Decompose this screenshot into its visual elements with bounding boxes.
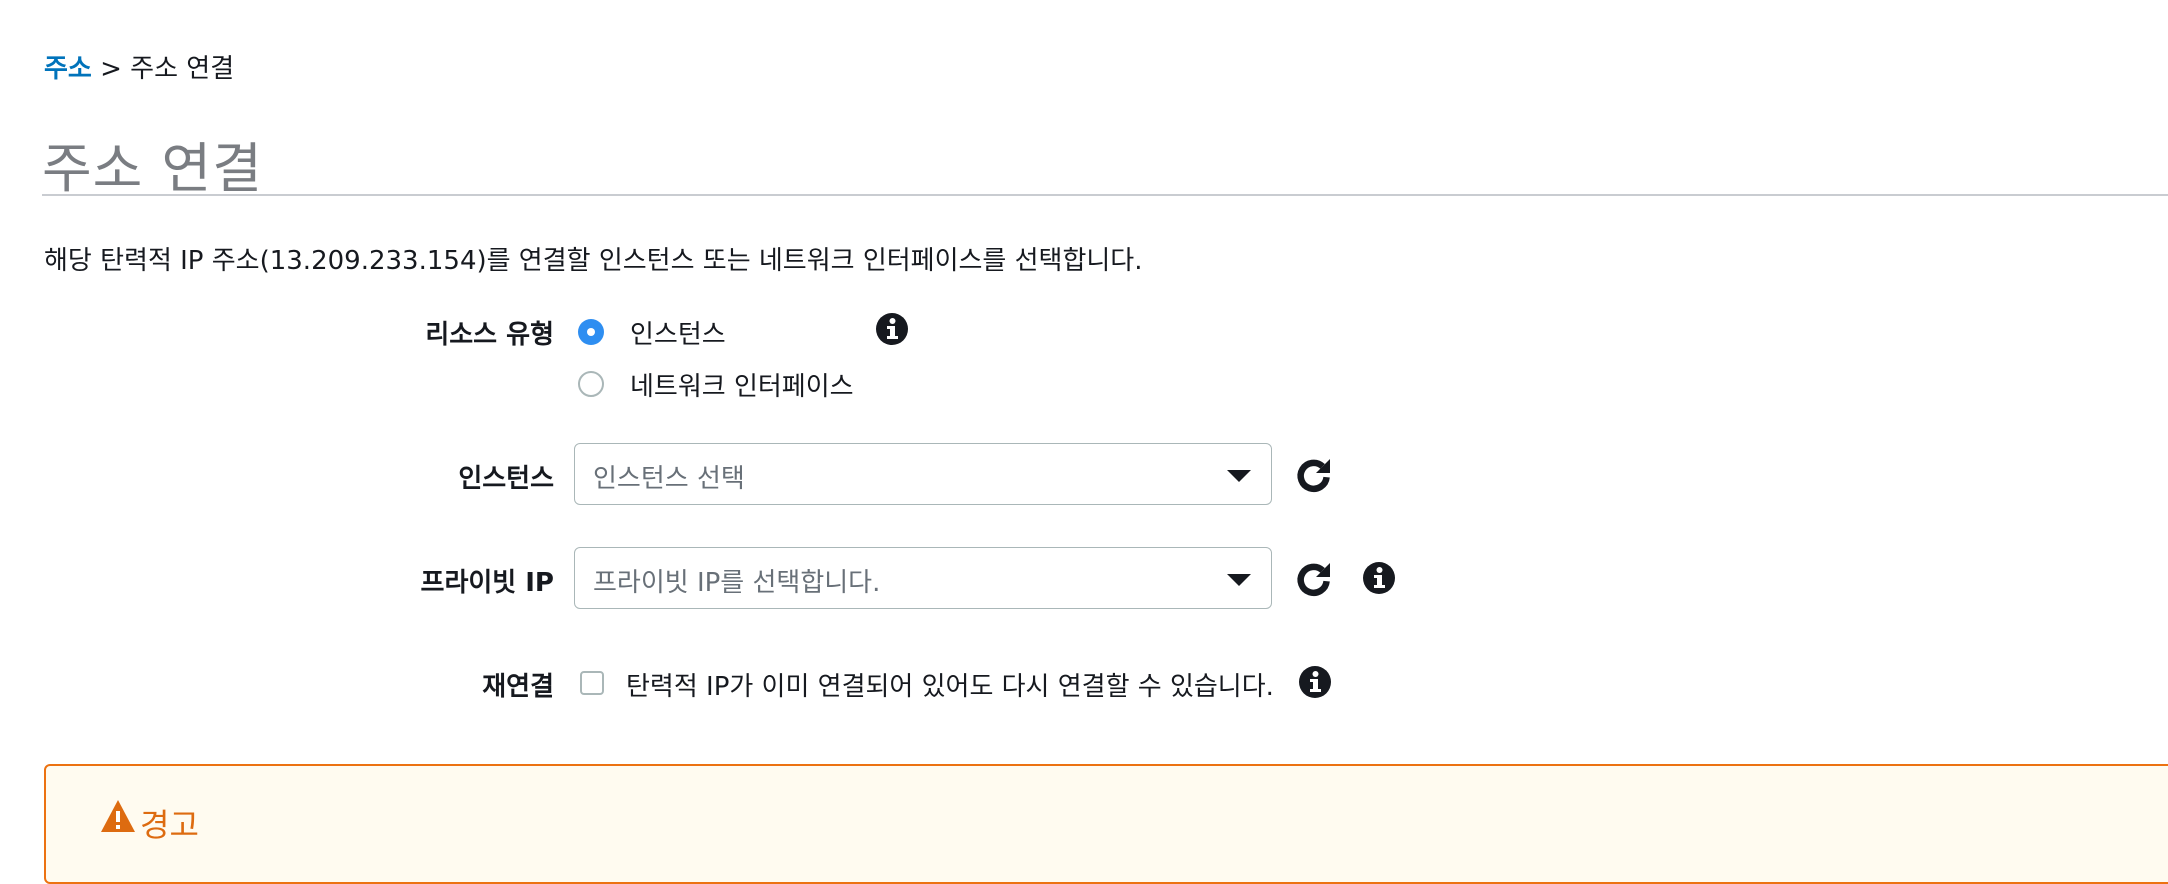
breadcrumb-link-addresses[interactable]: 주소	[44, 54, 92, 84]
instance-select-placeholder: 인스턴스 선택	[593, 464, 745, 494]
page-title: 주소 연결	[42, 137, 263, 200]
private-ip-select[interactable]: 프라이빗 IP를 선택합니다.	[574, 547, 1272, 609]
reassociation-label: 재연결	[482, 672, 554, 702]
warning-icon	[101, 800, 135, 832]
breadcrumb: 주소 > 주소 연결	[44, 48, 234, 85]
radio-network-interface-label[interactable]: 네트워크 인터페이스	[630, 366, 854, 403]
warning-alert	[44, 764, 2168, 884]
private-ip-select-placeholder: 프라이빗 IP를 선택합니다.	[593, 568, 881, 598]
refresh-icon[interactable]	[1294, 559, 1334, 599]
info-icon[interactable]	[1362, 561, 1396, 595]
title-divider	[42, 194, 2168, 196]
instance-select[interactable]: 인스턴스 선택	[574, 443, 1272, 505]
radio-instance[interactable]	[578, 319, 604, 345]
caret-down-icon	[1227, 470, 1251, 482]
breadcrumb-separator: >	[91, 54, 131, 84]
radio-instance-label[interactable]: 인스턴스	[630, 314, 726, 351]
page-description: 해당 탄력적 IP 주소(13.209.233.154)를 연결할 인스턴스 또…	[44, 246, 1143, 276]
refresh-icon[interactable]	[1294, 455, 1334, 495]
reassociation-checkbox-label[interactable]: 탄력적 IP가 이미 연결되어 있어도 다시 연결할 수 있습니다.	[626, 666, 1274, 703]
info-icon[interactable]	[875, 312, 909, 346]
radio-network-interface[interactable]	[578, 371, 604, 397]
warning-title: 경고	[140, 806, 199, 844]
info-icon[interactable]	[1298, 665, 1332, 699]
reassociation-checkbox[interactable]	[580, 671, 604, 695]
resource-type-label: 리소스 유형	[425, 320, 554, 350]
breadcrumb-current: 주소 연결	[130, 54, 235, 84]
private-ip-label: 프라이빗 IP	[420, 568, 554, 598]
instance-label: 인스턴스	[458, 464, 554, 494]
caret-down-icon	[1227, 574, 1251, 586]
